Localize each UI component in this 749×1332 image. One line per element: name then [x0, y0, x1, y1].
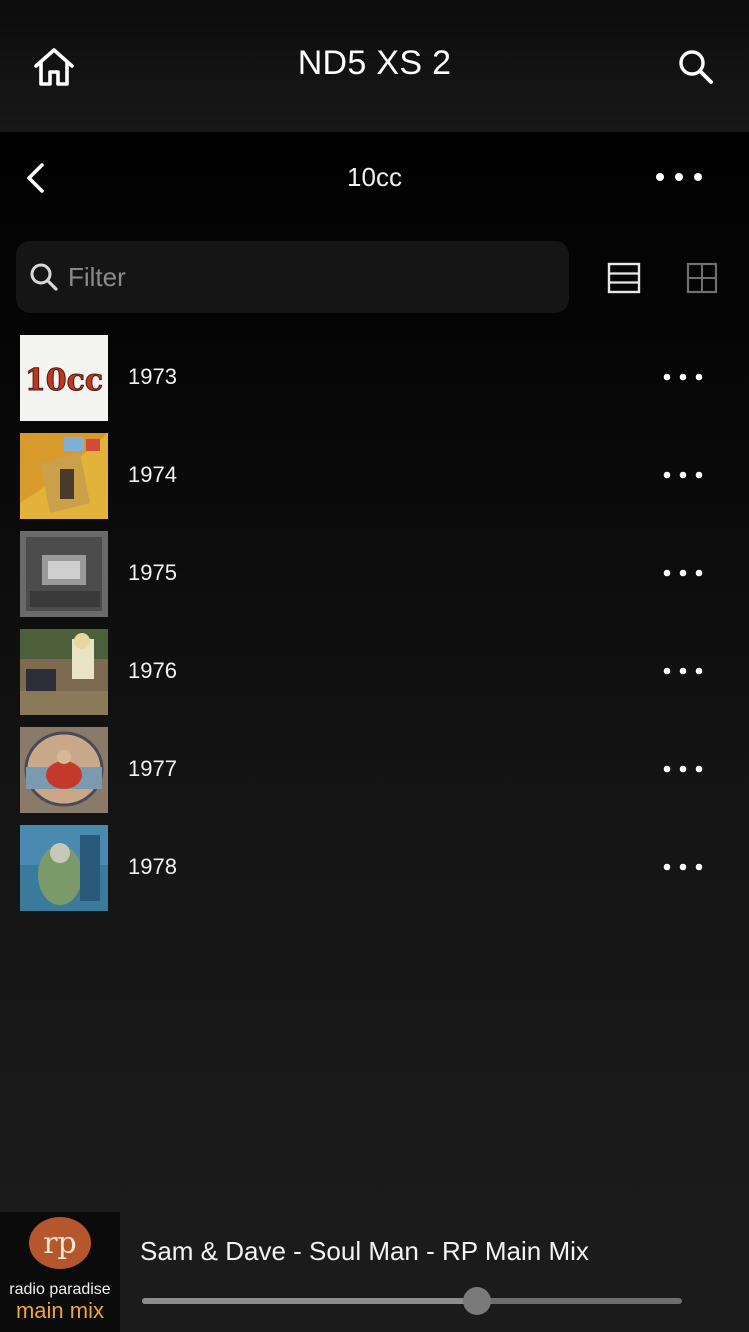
station-name-line2: main mix — [15, 1298, 104, 1323]
album-cover — [20, 727, 108, 813]
album-year: 1977 — [128, 756, 177, 781]
search-icon[interactable] — [676, 47, 716, 87]
album-row-1978[interactable]: 1978 — [0, 824, 749, 922]
album-row-1974[interactable]: 1974 — [0, 432, 749, 530]
svg-text:rp: rp — [43, 1226, 77, 1261]
filter-box — [16, 241, 569, 313]
album-year: 1978 — [128, 854, 177, 879]
app-screen: ND5 XS 2 10cc Filter 10cc 1973 1974 1975… — [0, 0, 749, 1332]
sub-header: 10cc — [0, 132, 749, 224]
album-cover — [20, 433, 108, 519]
album-year: 1974 — [128, 462, 177, 487]
album-row-1973[interactable]: 10cc 1973 — [0, 334, 749, 432]
progress-thumb[interactable] — [462, 1287, 491, 1315]
artist-title: 10cc — [347, 162, 402, 192]
album-year: 1976 — [128, 658, 177, 683]
now-playing-track: Sam & Dave - Soul Man - RP Main Mix — [140, 1236, 589, 1266]
progress-fill — [142, 1298, 477, 1304]
station-logo[interactable]: rp radio paradise main mix — [0, 1212, 120, 1332]
top-bar: ND5 XS 2 — [0, 0, 749, 132]
album-cover — [20, 629, 108, 715]
radio-paradise-logo: rp — [29, 1217, 91, 1269]
more-horizontal-icon[interactable] — [660, 852, 706, 882]
album-year: 1973 — [128, 364, 177, 389]
list-view-icon[interactable] — [600, 256, 648, 300]
more-horizontal-icon[interactable] — [660, 656, 706, 686]
more-horizontal-icon[interactable] — [660, 460, 706, 490]
album-cover: 10cc — [20, 335, 108, 421]
album-row-1976[interactable]: 1976 — [0, 628, 749, 726]
now-playing-bar[interactable]: rp radio paradise main mix Sam & Dave - … — [0, 1212, 749, 1332]
album-year: 1975 — [128, 560, 177, 585]
grid-view-icon[interactable] — [680, 256, 724, 300]
album-row-1975[interactable]: 1975 — [0, 530, 749, 628]
device-title: ND5 XS 2 — [297, 44, 452, 82]
svg-text:10cc: 10cc — [25, 363, 103, 398]
album-list: 10cc 1973 1974 1975 1976 1977 1978 — [0, 334, 749, 922]
more-horizontal-icon[interactable] — [650, 162, 710, 192]
filter-input[interactable] — [68, 255, 548, 299]
more-horizontal-icon[interactable] — [660, 362, 706, 392]
more-horizontal-icon[interactable] — [660, 558, 706, 588]
album-row-1977[interactable]: 1977 — [0, 726, 749, 824]
search-icon — [30, 263, 58, 291]
album-cover — [20, 531, 108, 617]
more-horizontal-icon[interactable] — [660, 754, 706, 784]
station-name-line1: radio paradise — [9, 1281, 111, 1298]
album-cover — [20, 825, 108, 911]
progress-slider[interactable] — [140, 1287, 684, 1315]
